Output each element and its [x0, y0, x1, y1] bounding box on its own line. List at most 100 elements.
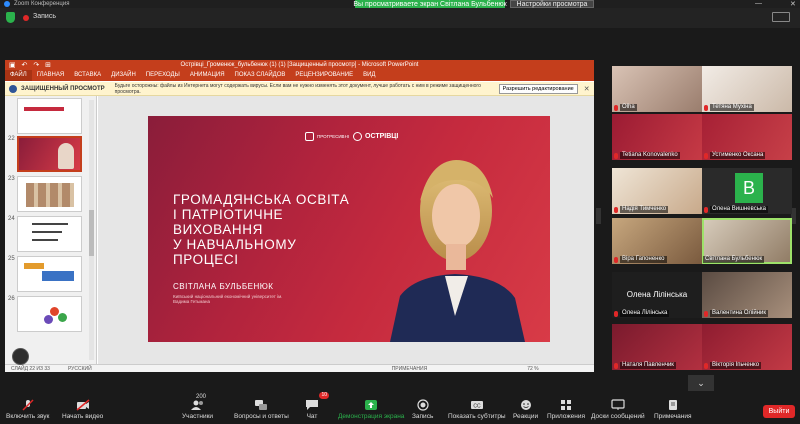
- heading-line: І ПАТРІОТИЧНЕ ВИХОВАННЯ: [173, 207, 284, 237]
- heading-line: У НАВЧАЛЬНОМУ ПРОЦЕСІ: [173, 237, 297, 267]
- microphone-muted-icon: [704, 363, 708, 369]
- share-screen-button[interactable]: Демонстрация экрана: [338, 394, 404, 424]
- microphone-muted-icon: [704, 207, 708, 213]
- start-video-button[interactable]: Начать видео: [62, 394, 103, 424]
- participant-name: Тетяна Мухіна: [710, 104, 754, 111]
- view-layout-button[interactable]: [772, 12, 790, 22]
- participant-name: Віра Гапоненко: [620, 256, 667, 263]
- record-button[interactable]: Запись: [412, 394, 433, 424]
- slide-thumbnail[interactable]: [17, 216, 82, 252]
- progressive-logo: ПРОГРЕСИВНІ: [305, 132, 349, 141]
- tab-review[interactable]: РЕЦЕНЗИРОВАНИЕ: [290, 70, 358, 81]
- ppt-titlebar: ▣ ↶ ↷ ⊞ Острівці_Громенюк_бульбенюк (1) …: [5, 60, 594, 70]
- security-shield-icon[interactable]: [6, 12, 15, 23]
- participant-tile[interactable]: Olha: [612, 66, 702, 112]
- recording-icon: [23, 15, 29, 21]
- current-slide[interactable]: ПРОГРЕСИВНІ ОСТРІВЦІ ГРОМАДЯНСЬКА ОСВІТА…: [148, 116, 550, 342]
- participants-button[interactable]: 200 Участники: [182, 394, 213, 424]
- slide-number: 26: [8, 296, 15, 302]
- participant-name: Олена Вишневська: [710, 206, 768, 213]
- tab-transitions[interactable]: ПЕРЕХОДЫ: [141, 70, 185, 81]
- chat-button[interactable]: 10 Чат: [305, 392, 329, 424]
- participant-tile[interactable]: Олена Лілінська Олена Лілінська: [612, 272, 702, 318]
- tab-design[interactable]: ДИЗАЙН: [106, 70, 141, 81]
- reactions-label: Реакции: [513, 413, 539, 420]
- slide-thumbnail[interactable]: [17, 256, 82, 292]
- notes-toggle[interactable]: ПРИМЕЧАНИЯ: [392, 366, 428, 372]
- progressive-logo-icon: [305, 132, 314, 141]
- panel-resize-handle[interactable]: [596, 208, 601, 224]
- participant-name: Вікторія Іпьченко: [710, 362, 762, 369]
- participant-name: Валентина Олійник: [710, 310, 768, 317]
- notes-label: Примечания: [654, 413, 692, 420]
- microphone-muted-icon: [614, 363, 618, 369]
- participant-tile[interactable]: Надія Тимченко: [612, 168, 702, 214]
- close-icon[interactable]: ✕: [790, 0, 796, 8]
- slide-thumbnail[interactable]: [17, 98, 82, 134]
- close-icon[interactable]: ✕: [584, 85, 590, 93]
- show-subtitles-label: Показать субтитры: [448, 413, 506, 420]
- tab-home[interactable]: ГЛАВНАЯ: [32, 70, 70, 81]
- participant-name: Tetiana Konovalenko: [620, 152, 680, 159]
- whiteboard-icon: [611, 399, 625, 410]
- notes-icon: [668, 400, 677, 410]
- participant-name: Надія Тимченко: [620, 206, 669, 213]
- presenter-photo: [390, 160, 525, 342]
- unmute-button[interactable]: Включить звук: [6, 394, 49, 424]
- tab-view[interactable]: ВИД: [358, 70, 380, 81]
- slide-thumbnail[interactable]: [17, 176, 82, 212]
- tab-slideshow[interactable]: ПОКАЗ СЛАЙДОВ: [230, 70, 291, 81]
- camera-off-icon: [76, 399, 90, 411]
- whiteboards-button[interactable]: Доски сообщений: [591, 394, 645, 424]
- quick-access-toolbar[interactable]: ▣ ↶ ↷ ⊞: [9, 61, 53, 69]
- leave-button[interactable]: Выйти: [763, 405, 795, 418]
- tab-animation[interactable]: АНИМАЦИЯ: [185, 70, 230, 81]
- microphone-muted-icon: [614, 153, 618, 159]
- thumbnails-scrollbar[interactable]: [89, 100, 94, 360]
- microphone-muted-icon: [704, 311, 708, 317]
- tab-insert[interactable]: ВСТАВКА: [69, 70, 106, 81]
- notes-button[interactable]: Примечания: [654, 394, 692, 424]
- participant-tile[interactable]: Наталя Павленчик: [612, 324, 702, 370]
- participant-tile-speaking[interactable]: Світлана Бульбенюк: [702, 218, 792, 264]
- view-settings-button[interactable]: Настройки просмотра: [510, 0, 594, 8]
- slide-thumbnail[interactable]: [17, 296, 82, 332]
- microphone-muted-icon: [614, 257, 618, 263]
- participant-tile[interactable]: Валентина Олійник: [702, 272, 792, 318]
- apps-label: Приложения: [547, 413, 586, 420]
- unmute-label: Включить звук: [6, 413, 50, 420]
- minimize-icon[interactable]: —: [755, 0, 762, 7]
- slide-thumbnail-active[interactable]: [17, 136, 82, 172]
- participant-tile[interactable]: Устименко Оксана: [702, 114, 792, 160]
- zoom-logo-icon: [4, 1, 10, 7]
- meeting-top-bar: [0, 8, 800, 28]
- participant-tile[interactable]: Вікторія Іпьченко: [702, 324, 792, 370]
- participant-tile[interactable]: Віра Гапоненко: [612, 218, 702, 264]
- qa-button[interactable]: Вопросы и ответы: [234, 394, 289, 424]
- participants-icon: [190, 400, 203, 410]
- participant-tile[interactable]: Tetiana Konovalenko: [612, 114, 702, 160]
- microphone-muted-icon: [614, 311, 618, 317]
- language-indicator[interactable]: РУССКИЙ: [68, 366, 92, 372]
- participant-name: Олена Лілінська: [620, 310, 670, 317]
- zoom-level[interactable]: 72 %: [527, 366, 538, 372]
- slide-number: 25: [8, 256, 15, 262]
- slide-heading: ГРОМАДЯНСЬКА ОСВІТА І ПАТРІОТИЧНЕ ВИХОВА…: [173, 192, 363, 267]
- annotate-pen-button[interactable]: [12, 348, 29, 365]
- microphone-muted-icon: [614, 207, 618, 213]
- apps-button[interactable]: Приложения: [547, 394, 585, 424]
- show-subtitles-button[interactable]: CC Показать субтитры: [448, 394, 506, 424]
- microphone-muted-icon: [704, 105, 708, 111]
- zoom-window-title: Zoom Конференция: [14, 1, 70, 7]
- participant-name: Устименко Оксана: [710, 152, 766, 159]
- reactions-button[interactable]: Реакции: [513, 394, 538, 424]
- enable-editing-button[interactable]: Разрешить редактирование: [498, 83, 578, 94]
- participant-name: Наталя Павленчик: [620, 362, 676, 369]
- participant-tile[interactable]: Тетяна Мухіна: [702, 66, 792, 112]
- presenter-institution: Київський національний економічний уніве…: [173, 294, 283, 304]
- participant-tile[interactable]: B Олена Вишневська: [702, 168, 792, 214]
- qa-icon: [255, 400, 268, 410]
- slide-thumbnails-pane: 22 23 24 25 26: [5, 96, 97, 364]
- tab-file[interactable]: ФАЙЛ: [5, 70, 32, 81]
- chevron-down-icon[interactable]: ⌄: [688, 375, 714, 391]
